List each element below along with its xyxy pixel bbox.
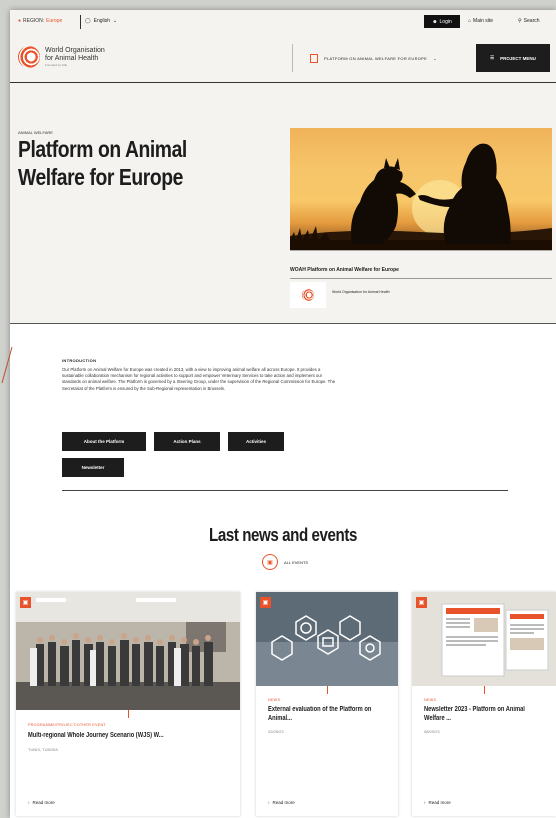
credit-text: World Organisation for Animal Health — [332, 290, 390, 294]
platform-label: PLATFORM ON ANIMAL WELFARE FOR EUROPE — [324, 56, 428, 61]
pin-icon: ● — [18, 18, 22, 24]
card-date: 08/09/23 — [424, 729, 440, 734]
page-title: Platform on Animal Welfare for Europe — [18, 136, 187, 190]
search-label: Search — [523, 18, 540, 24]
woah-logo-icon — [302, 289, 314, 301]
card-category: NEWS — [424, 698, 437, 702]
credit-logo — [290, 282, 326, 308]
arrow-right-icon: › — [28, 800, 30, 805]
news-card[interactable]: ▣ NEWS External evaluation of the Platfo… — [256, 592, 398, 816]
read-more-label: Read more — [272, 800, 295, 805]
newsletter-button[interactable]: Newsletter — [62, 458, 124, 477]
annotation-arrow — [1, 346, 13, 384]
all-events-link[interactable]: ▣ ALL EVENTS — [262, 554, 308, 570]
read-more-link[interactable]: › Read more — [28, 800, 55, 805]
main-site-link[interactable]: ⌂ Main site — [468, 18, 493, 24]
section-divider — [62, 490, 508, 491]
action-plans-button[interactable]: Action Plans — [154, 432, 220, 451]
project-menu-label: PROJECT MENU — [500, 55, 536, 61]
hero-section: ANIMAL WELFARE Platform on Animal Welfar… — [10, 83, 556, 324]
intro-text: Our Platform on Animal Welfare for Europ… — [62, 367, 336, 391]
card-title[interactable]: Newsletter 2023 - Platform on Animal Wel… — [424, 705, 547, 723]
woah-logo-icon — [18, 46, 40, 68]
article-image — [256, 592, 398, 686]
search-icon: ⚲ — [518, 18, 522, 24]
site-header: World Organisation for Animal Health Fou… — [10, 34, 556, 83]
user-icon: ☻ — [432, 18, 438, 25]
region-selector[interactable]: ● REGION: Europe — [18, 18, 62, 24]
hero-image — [290, 128, 552, 250]
platform-dropdown[interactable]: PLATFORM ON ANIMAL WELFARE FOR EUROPE ⌄ — [310, 54, 437, 63]
news-icon: ▣ — [416, 597, 427, 608]
logo-line-1: World Organisation — [45, 47, 105, 54]
read-more-label: Read more — [428, 800, 451, 805]
event-icon: ▣ — [20, 597, 31, 608]
divider — [290, 278, 552, 279]
news-card[interactable]: ▣ NEWS Newsletter 2023 - Platform on Ani… — [412, 592, 556, 816]
calendar-icon: ▣ — [262, 554, 278, 570]
page-icon — [310, 54, 318, 63]
search-link[interactable]: ⚲ Search — [518, 18, 540, 24]
news-card[interactable]: ▣ PROGRAMME/PROJECT/OTHER EVENT Multi-re… — [16, 592, 240, 816]
read-more-label: Read more — [32, 800, 55, 805]
card-title[interactable]: External evaluation of the Platform on A… — [268, 705, 391, 723]
event-photo — [16, 592, 240, 710]
card-title[interactable]: Multi-regional Whole Journey Scenario (W… — [28, 731, 225, 740]
logo-line-2: for Animal Health — [45, 55, 99, 62]
chevron-down-icon: ⌄ — [433, 56, 437, 61]
region-label: REGION: — [23, 18, 45, 24]
all-events-label: ALL EVENTS — [284, 559, 309, 565]
divider — [292, 44, 293, 72]
divider — [80, 15, 81, 29]
read-more-link[interactable]: › Read more — [268, 800, 295, 805]
accent-line — [484, 686, 485, 694]
logo-subtitle: Founded as OIE — [45, 63, 67, 67]
hero-caption-card: WOAH Platform on Animal Welfare for Euro… — [290, 250, 552, 313]
arrow-right-icon: › — [424, 800, 426, 805]
region-value: Europe — [46, 18, 63, 24]
site-logo[interactable]: World Organisation for Animal Health Fou… — [18, 46, 105, 68]
page: ● REGION: Europe ◯ English ⌄ ☻ Login ⌂ M… — [10, 10, 556, 818]
main-site-label: Main site — [473, 18, 494, 24]
accent-line — [327, 686, 328, 694]
caption-title: WOAH Platform on Animal Welfare for Euro… — [290, 267, 399, 273]
newsletter-image — [412, 592, 556, 686]
news-icon: ▣ — [260, 597, 271, 608]
news-heading: Last news and events — [209, 525, 357, 545]
project-menu-button[interactable]: ☰ PROJECT MENU — [476, 44, 550, 72]
hamburger-icon: ☰ — [490, 55, 495, 60]
introduction: INTRODUCTION Our Platform on Animal Welf… — [62, 358, 342, 392]
utility-bar: ● REGION: Europe ◯ English ⌄ ☻ Login ⌂ M… — [10, 10, 556, 35]
globe-icon: ◯ — [85, 18, 91, 24]
accent-line — [128, 710, 129, 718]
card-category: PROGRAMME/PROJECT/OTHER EVENT — [28, 723, 106, 727]
read-more-link[interactable]: › Read more — [424, 800, 451, 805]
chevron-down-icon: ⌄ — [113, 18, 118, 24]
login-label: Login — [439, 18, 452, 25]
silhouette-image — [290, 143, 552, 250]
arrow-right-icon: › — [268, 800, 270, 805]
card-location: TUNIS, TUNISIA — [28, 747, 58, 752]
activities-button[interactable]: Activities — [228, 432, 284, 451]
language-selector[interactable]: ◯ English ⌄ — [85, 18, 117, 24]
language-label: English — [93, 18, 111, 24]
card-date: 02/09/23 — [268, 729, 284, 734]
login-button[interactable]: ☻ Login — [424, 15, 460, 28]
home-icon: ⌂ — [468, 18, 472, 24]
card-category: NEWS — [268, 698, 281, 702]
about-platform-button[interactable]: About the Platform — [62, 432, 146, 451]
intro-label: INTRODUCTION — [62, 358, 97, 363]
